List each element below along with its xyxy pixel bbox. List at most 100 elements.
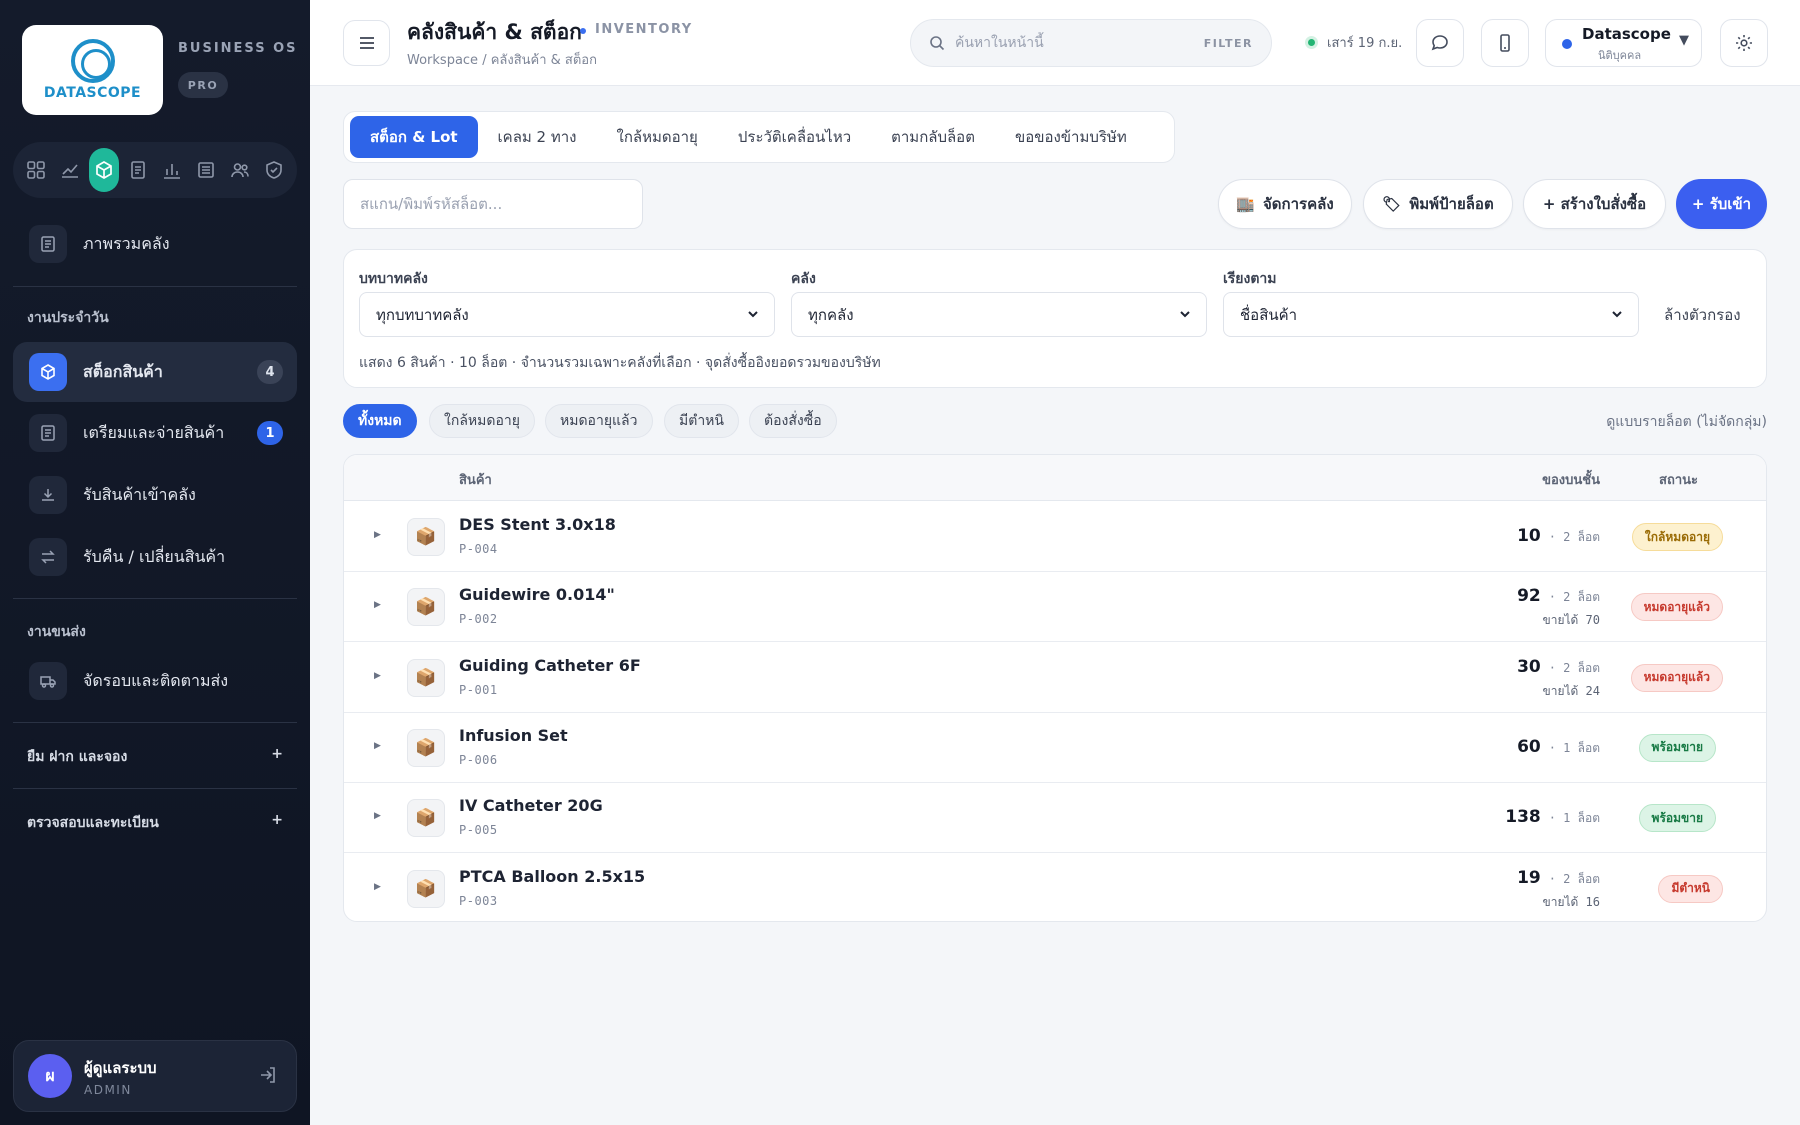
sort-select[interactable]: ชื่อสินค้า [1223, 292, 1639, 337]
box-icon[interactable] [89, 148, 119, 192]
sidebar-item-returns[interactable]: รับคืน / เปลี่ยนสินค้า [13, 529, 297, 585]
plus-icon[interactable]: + [271, 746, 283, 768]
expand-caret-icon[interactable]: ▶ [374, 811, 384, 821]
receive-button[interactable]: + รับเข้า [1676, 179, 1767, 229]
filter-label[interactable]: FILTER [1204, 37, 1253, 50]
logo[interactable]: DATASCOPE [22, 25, 163, 115]
search-bar[interactable]: ค้นหาในหน้านี้ FILTER [910, 19, 1272, 67]
sidebar-item-delivery[interactable]: จัดรอบและติดตามส่ง [13, 653, 297, 709]
chip-near-expiry[interactable]: ใกล้หมดอายุ [429, 404, 535, 438]
settings-button[interactable] [1720, 19, 1768, 67]
on-shelf-qty: 19 [1517, 867, 1541, 888]
chevron-down-icon [1612, 311, 1622, 318]
chip-expired[interactable]: หมดอายุแล้ว [545, 404, 653, 438]
chip-reorder[interactable]: ต้องสั่งซื้อ [749, 404, 837, 438]
product-name[interactable]: Infusion Set [459, 726, 568, 745]
product-box-icon: 📦 [407, 869, 445, 908]
count-badge: 4 [257, 360, 283, 384]
product-name[interactable]: Guiding Catheter 6F [459, 656, 641, 675]
expand-caret-icon[interactable]: ▶ [374, 530, 384, 540]
table-row[interactable]: ▶ 📦 PTCA Balloon 2.5x15 P-003 19 · 2 ล็อต ขายไ… [344, 854, 1766, 922]
chip-all[interactable]: ทั้งหมด [343, 404, 417, 438]
status-badge: พร้อมขาย [1638, 804, 1716, 833]
print-lot-label-button[interactable]: 🏷 พิมพ์ป้ายล็อต [1363, 179, 1513, 229]
label-icon: 🏷 [1382, 195, 1402, 213]
expand-caret-icon[interactable]: ▶ [374, 882, 384, 892]
manage-warehouse-button[interactable]: 🏬 จัดการคลัง [1218, 179, 1352, 229]
chat-button[interactable] [1416, 19, 1464, 67]
product-code: P-002 [459, 612, 498, 627]
plus-icon[interactable]: + [271, 812, 283, 834]
warehouse-filter-label: คลัง [791, 271, 816, 287]
button-label: + รับเข้า [1691, 195, 1752, 213]
hamburger-icon [359, 37, 374, 49]
tab-movement-history[interactable]: ประวัติเคลื่อนไหว [718, 116, 871, 158]
user-card[interactable]: ผ ผู้ดูแลระบบ ADMIN [13, 1040, 297, 1112]
tab-stock-lot[interactable]: สต็อก & Lot [350, 116, 478, 158]
search-input[interactable]: ค้นหาในหน้านี้ [955, 32, 1204, 54]
tab-intercompany[interactable]: ขอของข้ามบริษัท [995, 116, 1147, 158]
mobile-button[interactable] [1481, 19, 1529, 67]
chip-defective[interactable]: มีตำหนิ [664, 404, 739, 438]
create-po-button[interactable]: + สร้างใบสั่งซื้อ [1523, 179, 1666, 229]
bar-chart-icon[interactable] [157, 148, 187, 192]
lot-count: · 2 ล็อต [1548, 871, 1600, 886]
logout-icon[interactable] [258, 1065, 278, 1089]
gear-icon [1736, 35, 1752, 51]
section-transport: งานขนส่ง [27, 624, 86, 640]
sellable-qty: ขายได้ 16 [1542, 894, 1600, 909]
table-row[interactable]: ▶ 📦 IV Catheter 20G P-005 138 · 1 ล็อต พร้อมขา… [344, 783, 1766, 854]
expand-caret-icon[interactable]: ▶ [374, 741, 384, 751]
module-switcher [13, 142, 297, 198]
sidebar-item-receiving[interactable]: รับสินค้าเข้าคลัง [13, 467, 297, 523]
warehouse-select[interactable]: ทุกคลัง [791, 292, 1207, 337]
users-icon[interactable] [225, 148, 255, 192]
tab-lot-recall[interactable]: ตามกลับล็อต [871, 116, 995, 158]
product-name[interactable]: DES Stent 3.0x18 [459, 515, 616, 534]
receipt-icon[interactable] [191, 148, 221, 192]
expand-caret-icon[interactable]: ▶ [374, 600, 384, 610]
col-stock[interactable]: ของบนชั้น [1542, 469, 1600, 490]
org-switcher[interactable]: Datascope นิติบุคคล ▼ [1545, 19, 1702, 67]
product-name[interactable]: IV Catheter 20G [459, 796, 603, 815]
breadcrumb[interactable]: Workspace / คลังสินค้า & สต็อก [407, 49, 597, 70]
document-icon[interactable] [123, 148, 153, 192]
col-status[interactable]: สถานะ [1659, 469, 1698, 490]
section-daily: งานประจำวัน [27, 310, 109, 326]
chevron-down-icon [1180, 311, 1190, 318]
col-product[interactable]: สินค้า [459, 469, 492, 490]
tab-claims[interactable]: เคลม 2 ทาง [478, 116, 597, 158]
product-box-icon: 📦 [407, 588, 445, 627]
trend-icon[interactable] [55, 148, 85, 192]
section-borrow[interactable]: ยืม ฝาก และจอง + [27, 746, 283, 768]
lot-scan-input[interactable]: สแกน/พิมพ์รหัสล็อต... [343, 179, 643, 229]
sidebar-item-picking[interactable]: เตรียมและจ่ายสินค้า 1 [13, 405, 297, 461]
table-row[interactable]: ▶ 📦 Guidewire 0.014" P-002 92 · 2 ล็อต ขายได้ … [344, 572, 1766, 643]
expand-caret-icon[interactable]: ▶ [374, 671, 384, 681]
lot-view-toggle[interactable]: ดูแบบรายล็อต (ไม่จัดกลุ่ม) [1606, 411, 1767, 433]
search-icon [930, 36, 945, 51]
top-header: คลังสินค้า & สต็อก INVENTORY Workspace /… [310, 0, 1800, 86]
product-name[interactable]: PTCA Balloon 2.5x15 [459, 867, 645, 886]
status-badge: หมดอายุแล้ว [1630, 663, 1723, 692]
table-row[interactable]: ▶ 📦 DES Stent 3.0x18 P-004 10 · 2 ล็อต ใกล้หมด… [344, 502, 1766, 572]
table-row[interactable]: ▶ 📦 Infusion Set P-006 60 · 1 ล็อต พร้อมขาย [344, 713, 1766, 783]
chat-icon [1431, 35, 1448, 51]
tab-near-expiry[interactable]: ใกล้หมดอายุ [597, 116, 718, 158]
sidebar-item-overview[interactable]: ภาพรวมคลัง [13, 216, 297, 272]
table-row[interactable]: ▶ 📦 Guiding Catheter 6F P-001 30 · 2 ล็อต ขายไ… [344, 643, 1766, 713]
plan-badge: PRO [178, 72, 228, 98]
role-select[interactable]: ทุกบทบาทคลัง [359, 292, 775, 337]
divider [13, 788, 297, 789]
grid-icon[interactable] [21, 148, 51, 192]
sidebar-item-stock[interactable]: สต็อกสินค้า 4 [13, 342, 297, 402]
product-name[interactable]: Guidewire 0.014" [459, 585, 615, 604]
product-code: P-001 [459, 682, 498, 697]
shield-icon[interactable] [259, 148, 289, 192]
count-badge: 1 [257, 421, 283, 445]
clear-filters-link[interactable]: ล้างตัวกรอง [1664, 303, 1741, 327]
lot-count: · 2 ล็อต [1548, 660, 1600, 675]
section-audit[interactable]: ตรวจสอบและทะเบียน + [27, 812, 283, 834]
menu-button[interactable] [343, 20, 390, 66]
on-shelf-qty: 92 [1517, 586, 1541, 607]
